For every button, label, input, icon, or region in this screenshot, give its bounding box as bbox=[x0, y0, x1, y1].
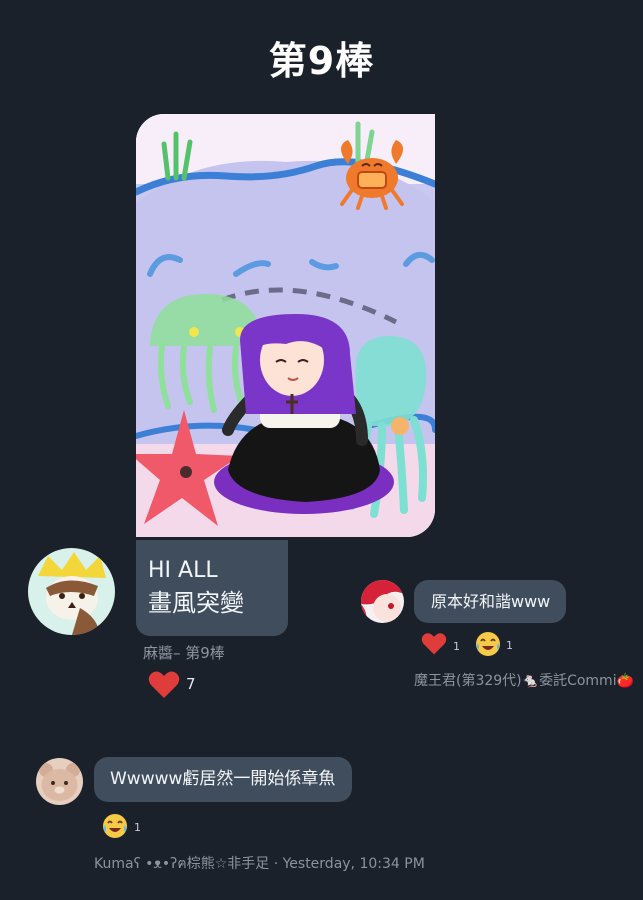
reply2-avatar[interactable] bbox=[36, 758, 83, 805]
reaction-count: 1 bbox=[134, 821, 141, 834]
post-message-line2: 畫風突變 bbox=[148, 589, 244, 617]
shared-drawing[interactable] bbox=[136, 114, 435, 537]
reply1-author-name[interactable]: 魔王君(第329代)🐁委託Commi🍅 bbox=[414, 670, 634, 690]
page-title: 第9棒 bbox=[268, 39, 375, 83]
post-reaction-heart[interactable]: 7 bbox=[148, 670, 208, 700]
reaction-count: 1 bbox=[506, 639, 513, 652]
post-message-bubble: HI ALL 畫風突變 bbox=[136, 540, 288, 636]
reply1-reaction-laugh[interactable]: 1 bbox=[475, 631, 515, 659]
laughing-emoji-icon bbox=[476, 632, 500, 656]
reply2-message-bubble: Wwwww虧居然一開始係章魚 bbox=[94, 757, 352, 802]
reaction-count: 1 bbox=[453, 640, 460, 653]
reaction-count: 7 bbox=[186, 675, 196, 693]
author-avatar[interactable] bbox=[28, 548, 115, 635]
reply1-message-bubble: 原本好和諧www bbox=[414, 580, 566, 623]
post-message-line1: HI ALL bbox=[148, 558, 218, 583]
heart-icon bbox=[421, 633, 447, 655]
reply2-author-and-time[interactable]: Kumaʕ •ᴥ•ʔฅ棕熊☆非手足 · Yesterday, 10:34 PM bbox=[94, 853, 425, 875]
reply1-avatar[interactable] bbox=[361, 580, 404, 623]
heart-icon bbox=[148, 671, 180, 698]
reply2-reaction-laugh[interactable]: 1 bbox=[102, 813, 146, 841]
laughing-emoji-icon bbox=[103, 814, 127, 838]
post-author-name[interactable]: 麻醬– 第9棒 bbox=[143, 642, 225, 663]
reply1-reaction-heart[interactable]: 1 bbox=[421, 632, 461, 658]
